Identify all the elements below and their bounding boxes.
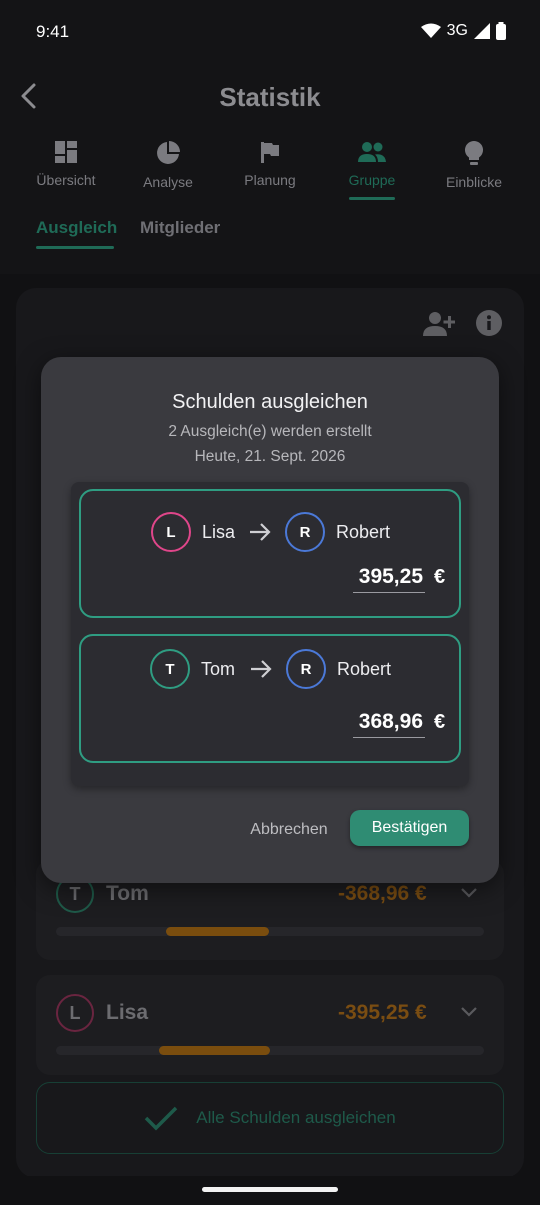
- member-balance: -395,25 €: [338, 1001, 427, 1024]
- tab-overview[interactable]: Übersicht: [15, 140, 117, 188]
- confirm-button[interactable]: Bestätigen: [350, 810, 469, 846]
- member-balance: -368,96 €: [338, 882, 427, 905]
- home-indicator[interactable]: [202, 1187, 338, 1192]
- flag-icon: [261, 142, 279, 163]
- balance-bar-track: [56, 1046, 484, 1055]
- transfer-list: L Lisa R Robert 395,25 € T Tom R Robert …: [71, 482, 469, 786]
- member-card-lisa[interactable]: [36, 975, 504, 1075]
- group-icon: [358, 142, 386, 162]
- dialog-subtitle: 2 Ausgleich(e) werden erstellt: [168, 423, 372, 440]
- settle-debts-dialog: Schulden ausgleichen 2 Ausgleich(e) werd…: [41, 357, 499, 883]
- amount-input[interactable]: 368,96: [353, 710, 423, 734]
- pie-chart-icon: [157, 141, 180, 164]
- amount-input[interactable]: 395,25: [353, 565, 423, 589]
- check-icon: [145, 1106, 178, 1131]
- transfer-to-name: Robert: [336, 522, 391, 542]
- arrow-right-icon: [251, 660, 272, 678]
- currency-symbol: €: [434, 711, 446, 733]
- subtab-indicator: [36, 246, 114, 249]
- subtab-members[interactable]: Mitglieder: [140, 218, 220, 238]
- battery-icon: [496, 22, 506, 40]
- tab-label: Analyse: [143, 174, 193, 190]
- status-icons: 3G: [420, 22, 506, 40]
- avatar: T: [150, 649, 190, 689]
- subtab-settlement[interactable]: Ausgleich: [36, 218, 117, 238]
- avatar: R: [286, 649, 326, 689]
- tab-label: Einblicke: [445, 174, 503, 190]
- network-type: 3G: [446, 22, 468, 39]
- tab-planning[interactable]: Planung: [219, 140, 321, 188]
- tab-label: Planung: [244, 172, 296, 188]
- info-button[interactable]: [476, 310, 502, 341]
- signal-icon: [474, 23, 490, 39]
- currency-symbol: €: [434, 566, 446, 588]
- balance-bar-fill: [166, 927, 269, 936]
- amount-underline: [353, 592, 425, 593]
- amount-underline: [353, 737, 425, 738]
- info-icon: [476, 310, 502, 336]
- chevron-down-icon[interactable]: [460, 1004, 478, 1018]
- wifi-icon: [420, 23, 441, 38]
- tab-analysis[interactable]: Analyse: [117, 140, 219, 190]
- balance-bar-fill: [159, 1046, 270, 1055]
- status-bar: 9:41 3G: [0, 0, 540, 64]
- dialog-date: Heute, 21. Sept. 2026: [194, 448, 346, 465]
- balance-bar-track: [56, 927, 484, 936]
- transfer-card: L Lisa R Robert 395,25 €: [79, 489, 461, 618]
- tab-label: Gruppe: [348, 172, 396, 188]
- tab-insights[interactable]: Einblicke: [423, 140, 525, 190]
- transfer-from-name: Tom: [201, 659, 236, 679]
- status-time: 9:41: [36, 22, 70, 41]
- page-title: Statistik: [219, 82, 321, 112]
- settle-all-button[interactable]: Alle Schulden ausgleichen: [36, 1082, 504, 1154]
- transfer-card: T Tom R Robert 368,96 €: [79, 634, 461, 763]
- tab-label: Übersicht: [36, 172, 96, 188]
- avatar: R: [285, 512, 325, 552]
- arrow-right-icon: [250, 523, 271, 541]
- transfer-to-name: Robert: [337, 659, 392, 679]
- add-member-button[interactable]: [423, 310, 456, 343]
- member-name: Tom: [106, 882, 149, 905]
- dialog-title: Schulden ausgleichen: [172, 391, 368, 413]
- lightbulb-icon: [464, 140, 484, 165]
- transfer-from-name: Lisa: [202, 522, 236, 542]
- settle-all-label: Alle Schulden ausgleichen: [196, 1108, 396, 1127]
- chevron-down-icon[interactable]: [460, 885, 478, 899]
- member-name: Lisa: [106, 1001, 149, 1024]
- person-add-icon: [423, 312, 456, 336]
- avatar: L: [56, 994, 94, 1032]
- avatar: L: [151, 512, 191, 552]
- tab-group[interactable]: Gruppe: [321, 140, 423, 188]
- cancel-button[interactable]: Abbrechen: [237, 812, 341, 848]
- tab-indicator: [349, 197, 395, 200]
- dashboard-icon: [55, 141, 77, 163]
